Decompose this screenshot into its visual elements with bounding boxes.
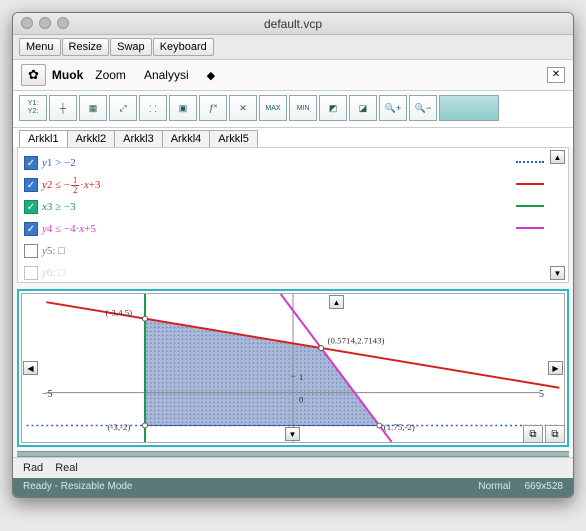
tool-yeq-icon[interactable]: Y1:Y2: [19, 95, 47, 121]
tab-arkkl1[interactable]: Arkkl1 [19, 130, 68, 147]
func-y1[interactable]: ✓ y1 > −2 [24, 152, 562, 174]
tool-box-icon[interactable]: ▣ [169, 95, 197, 121]
svg-text:1: 1 [299, 372, 303, 382]
resize-button[interactable]: Resize [62, 38, 110, 56]
gear-icon[interactable]: ✿ [21, 64, 46, 86]
window-title: default.vcp [264, 17, 322, 31]
marker-y4 [516, 227, 544, 233]
label-y1: y1 > −2 [42, 157, 76, 169]
pan-left-button[interactable]: ◀ [23, 361, 38, 375]
tool-zoomin-icon[interactable]: 🔍+ [379, 95, 407, 121]
top-button-row: Menu Resize Swap Keyboard [13, 35, 573, 60]
close-panel-button[interactable]: ✕ [547, 67, 565, 83]
tool-fx-icon[interactable]: ƒ˟ [199, 95, 227, 121]
tab-arkkl5[interactable]: Arkkl5 [209, 130, 258, 147]
svg-text:(1.75,-2): (1.75,-2) [384, 422, 415, 432]
max-dot[interactable] [57, 17, 69, 29]
check-y4[interactable]: ✓ [24, 222, 38, 236]
mode-real: Real [55, 462, 78, 474]
func-y5[interactable]: y5: □ [24, 240, 562, 262]
svg-text:(0.5714,2.7143): (0.5714,2.7143) [328, 335, 385, 345]
pan-down-button[interactable]: ▼ [285, 427, 300, 441]
marker-y1 [516, 161, 544, 167]
titlebar: default.vcp [13, 13, 573, 35]
tool-max-icon[interactable]: MAX [259, 95, 287, 121]
mode-row: Rad Real [13, 457, 573, 478]
func-y4[interactable]: ✓ y4 ≤ −4·x+5 [24, 218, 562, 240]
check-y5[interactable] [24, 244, 38, 258]
mode-rad: Rad [23, 462, 43, 474]
app-window: default.vcp Menu Resize Swap Keyboard ✿ … [12, 12, 574, 498]
sheet-tabs: Arkkl1 Arkkl2 Arkkl3 Arkkl4 Arkkl5 [13, 128, 573, 147]
tool-fit-icon[interactable]: ⤢ [109, 95, 137, 121]
close-dot[interactable] [21, 17, 33, 29]
xmax-label: 5 [539, 389, 544, 400]
label-x3: x3 ≥ −3 [42, 201, 76, 213]
menu-zoom[interactable]: Zoom [89, 66, 132, 84]
swap-button[interactable]: Swap [110, 38, 152, 56]
tab-arkkl4[interactable]: Arkkl4 [162, 130, 211, 147]
tab-arkkl2[interactable]: Arkkl2 [67, 130, 116, 147]
status-bar: Ready - Resizable Mode Normal 669x528 [13, 478, 573, 497]
tool-grid-icon[interactable]: ▦ [79, 95, 107, 121]
function-list: ▲ ▼ ✓ y1 > −2 ✓ y2 ≤ − 12 ·x+3 ✓ x3 ≥ −3 [17, 147, 569, 283]
toolbar: Y1:Y2: ┼ ▦ ⤢ ⸬ ▣ ƒ˟ ✕ MAX MIN ◩ ◪ 🔍+ 🔍− [13, 91, 573, 128]
menu-diamond-icon[interactable]: ◆ [201, 67, 221, 84]
keyboard-button[interactable]: Keyboard [153, 38, 214, 56]
func-y6[interactable]: y6: □ [24, 262, 562, 283]
label-y6: y6: □ [42, 267, 65, 279]
marker-y2 [516, 183, 544, 189]
graph-pane: (-3,4.5) (0.5714,2.7143) (-3,-2) (1.75,-… [17, 289, 569, 447]
marker-x3 [516, 205, 544, 211]
status-ready: Ready - Resizable Mode [23, 481, 133, 492]
label-y2: y2 ≤ − 12 ·x+3 [42, 176, 100, 195]
traffic-lights [21, 17, 69, 29]
tool-sel1-icon[interactable]: ◩ [319, 95, 347, 121]
pan-up-button[interactable]: ▲ [329, 295, 344, 309]
label-y4: y4 ≤ −4·x+5 [42, 223, 96, 235]
tool-dot-icon[interactable]: ⸬ [139, 95, 167, 121]
func-x3[interactable]: ✓ x3 ≥ −3 [24, 196, 562, 218]
status-normal: Normal [478, 481, 510, 492]
func-y2[interactable]: ✓ y2 ≤ − 12 ·x+3 [24, 174, 562, 196]
tab-arkkl3[interactable]: Arkkl3 [114, 130, 163, 147]
scroll-up-button[interactable]: ▲ [550, 150, 565, 164]
menu-analyysi[interactable]: Analyysi [138, 66, 195, 84]
check-x3[interactable]: ✓ [24, 200, 38, 214]
tool-sel2-icon[interactable]: ◪ [349, 95, 377, 121]
tool-zoomout-icon[interactable]: 🔍− [409, 95, 437, 121]
svg-text:0: 0 [299, 395, 304, 405]
tool-wide-button[interactable] [439, 95, 499, 121]
check-y2[interactable]: ✓ [24, 178, 38, 192]
tool-xint-icon[interactable]: ✕ [229, 95, 257, 121]
menu-muok[interactable]: Muok [52, 68, 83, 82]
tool-min-icon[interactable]: MIN [289, 95, 317, 121]
svg-text:(-3,-2): (-3,-2) [108, 422, 131, 432]
menubar: ✿ Muok Zoom Analyysi ◆ ✕ [13, 60, 573, 91]
check-y1[interactable]: ✓ [24, 156, 38, 170]
label-y5: y5: □ [42, 245, 65, 257]
status-dims: 669x528 [525, 481, 563, 492]
menu-button[interactable]: Menu [19, 38, 61, 56]
graph-canvas[interactable]: (-3,4.5) (0.5714,2.7143) (-3,-2) (1.75,-… [21, 293, 565, 443]
pan-right-button[interactable]: ▶ [548, 361, 563, 375]
copy-graph-button[interactable]: ⧉ [523, 425, 543, 443]
min-dot[interactable] [39, 17, 51, 29]
xmin-label: −5 [42, 389, 53, 400]
check-y6[interactable] [24, 266, 38, 280]
plot-svg: (-3,4.5) (0.5714,2.7143) (-3,-2) (1.75,-… [22, 294, 564, 442]
tool-axes-icon[interactable]: ┼ [49, 95, 77, 121]
export-graph-button[interactable]: ⧉ [545, 425, 565, 443]
svg-text:(-3,4.5): (-3,4.5) [106, 308, 133, 318]
